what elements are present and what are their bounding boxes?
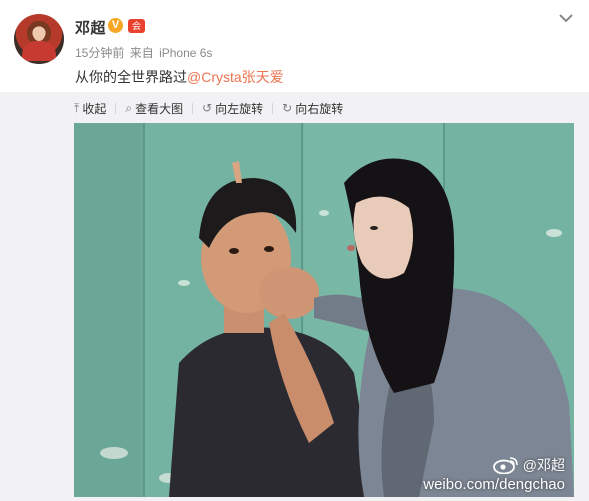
- image-watermark: @邓超 weibo.com/dengchao: [423, 455, 565, 493]
- watermark-name: @邓超: [522, 457, 565, 473]
- wall-panel: [74, 123, 144, 497]
- post-device[interactable]: iPhone 6s: [159, 46, 212, 60]
- collapse-button[interactable]: ⤒ 收起: [74, 100, 106, 117]
- username[interactable]: 邓超: [75, 17, 106, 38]
- rotate-right-button[interactable]: ↻ 向右旋转: [282, 100, 343, 117]
- collapse-label: 收起: [82, 101, 107, 116]
- post-header: 邓超 V 会 15分钟前 来自 iPhone 6s 从你的全世界路过@Cryst…: [0, 0, 589, 92]
- toolbar-divider: [272, 102, 274, 114]
- member-icon: 会: [128, 19, 145, 33]
- man-hand: [259, 267, 319, 319]
- post-time[interactable]: 15分钟前: [75, 46, 124, 60]
- man-eye: [229, 248, 239, 254]
- woman-eye: [370, 226, 378, 230]
- post-meta: 15分钟前 来自 iPhone 6s: [75, 44, 214, 61]
- rotate-left-label: 向左旋转: [215, 101, 264, 116]
- avatar[interactable]: [14, 14, 64, 64]
- caption-mention-link[interactable]: @Crysta张天爱: [187, 69, 284, 85]
- paint-chip: [178, 280, 190, 286]
- weibo-logo-icon: [492, 457, 518, 474]
- paint-chip: [100, 447, 128, 459]
- post-caption: 从你的全世界路过@Crysta张天爱: [75, 67, 284, 87]
- man-eye: [264, 246, 274, 252]
- view-large-button[interactable]: ⌕ 查看大图: [125, 100, 183, 117]
- rotate-right-label: 向右旋转: [295, 101, 344, 116]
- woman-lips: [347, 245, 355, 251]
- collapse-arrow-icon: ⤒: [74, 100, 80, 115]
- verified-icon: V: [108, 18, 123, 33]
- view-large-label: 查看大图: [135, 101, 184, 116]
- watermark-url: weibo.com/dengchao: [423, 476, 565, 493]
- magnifier-icon: ⌕: [125, 100, 133, 115]
- paint-chip: [546, 229, 562, 237]
- rotate-left-button[interactable]: ↺ 向左旋转: [202, 100, 263, 117]
- photo-illustration: [74, 123, 574, 497]
- image-toolbar: ⤒ 收起 ⌕ 查看大图 ↺ 向左旋转 ↻ 向右旋转: [74, 99, 343, 117]
- post-photo[interactable]: @邓超 weibo.com/dengchao: [74, 123, 574, 497]
- rotate-left-icon: ↺: [202, 101, 213, 115]
- chevron-down-icon[interactable]: [558, 12, 574, 24]
- rotate-right-icon: ↻: [282, 101, 293, 115]
- toolbar-divider: [115, 102, 117, 114]
- avatar-figure: [22, 41, 56, 61]
- paint-chip: [319, 210, 329, 216]
- caption-text: 从你的全世界路过: [75, 69, 187, 85]
- avatar-face: [33, 27, 45, 41]
- toolbar-divider: [192, 102, 194, 114]
- post-source-prefix: 来自: [129, 46, 154, 60]
